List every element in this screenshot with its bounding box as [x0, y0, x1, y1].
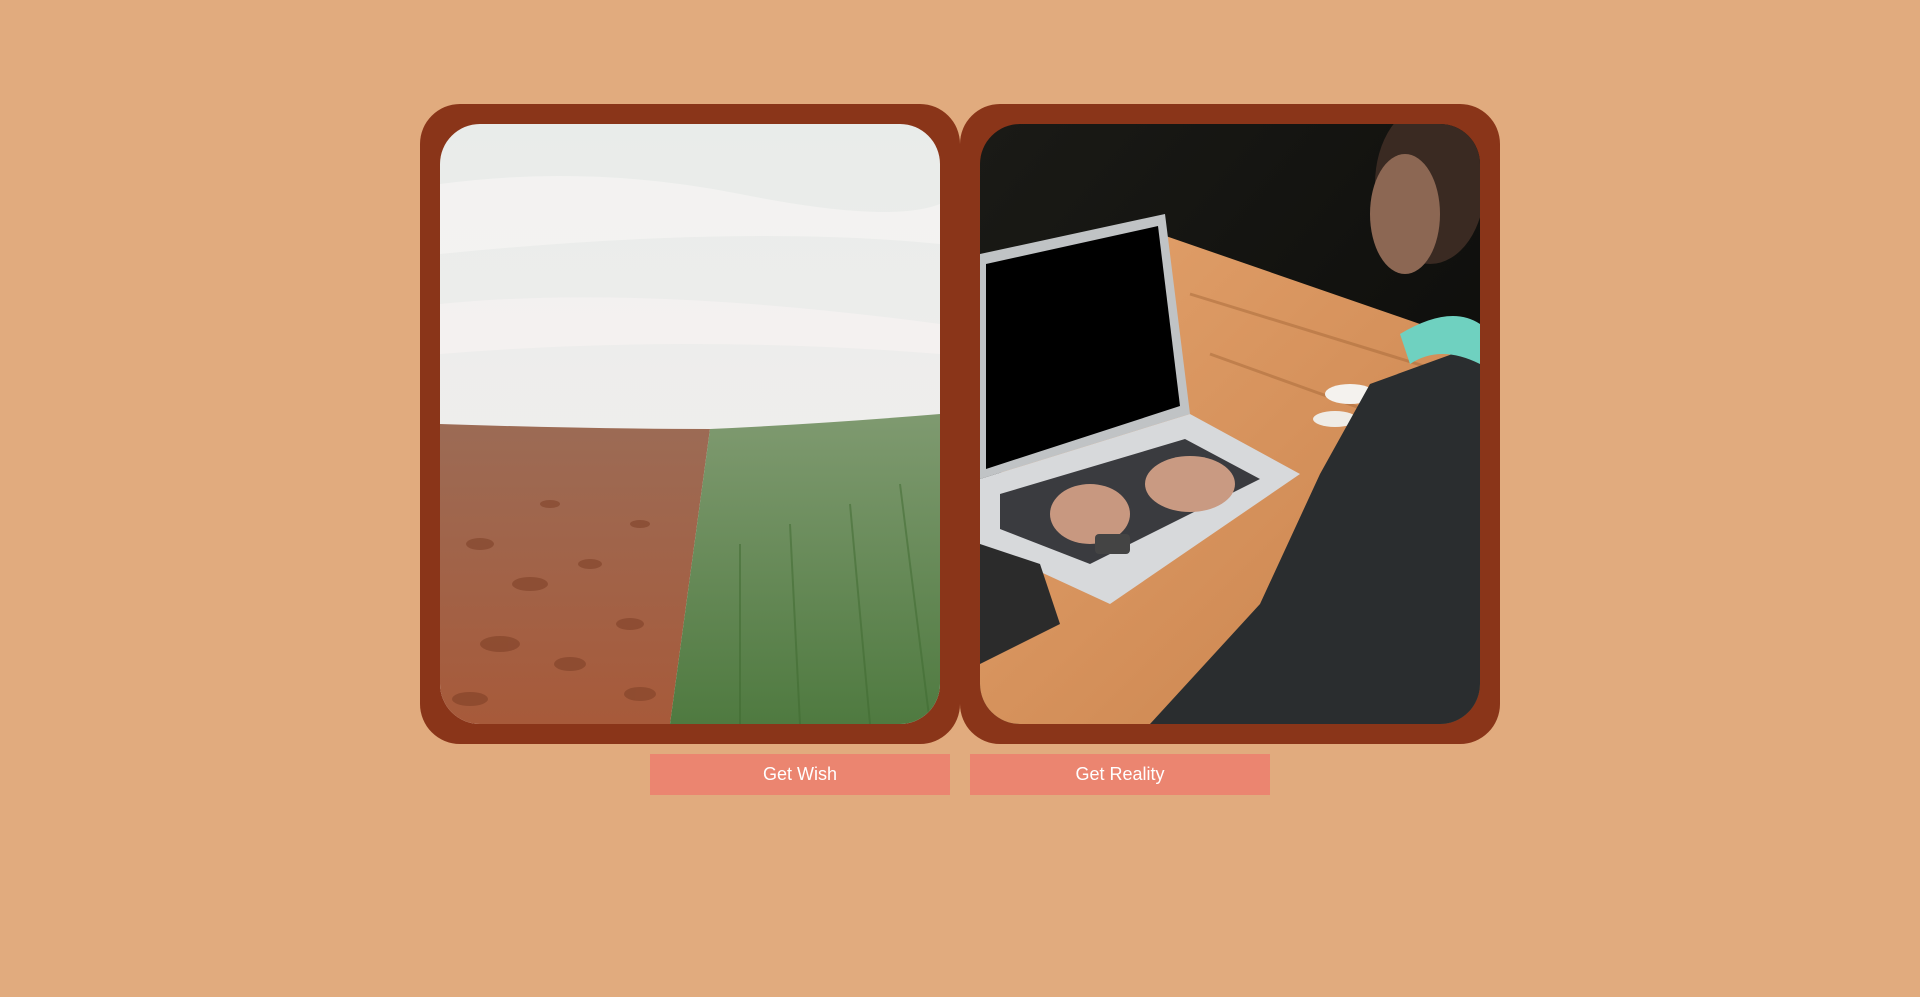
laptop-work-illustration [980, 124, 1480, 724]
page: Get Wish Get Reality [0, 0, 1920, 997]
wish-image [440, 124, 940, 724]
reality-card [960, 104, 1500, 744]
reality-image [980, 124, 1480, 724]
field-landscape-illustration [440, 124, 940, 724]
get-wish-button[interactable]: Get Wish [650, 754, 950, 795]
wish-card [420, 104, 960, 744]
get-reality-button[interactable]: Get Reality [970, 754, 1270, 795]
